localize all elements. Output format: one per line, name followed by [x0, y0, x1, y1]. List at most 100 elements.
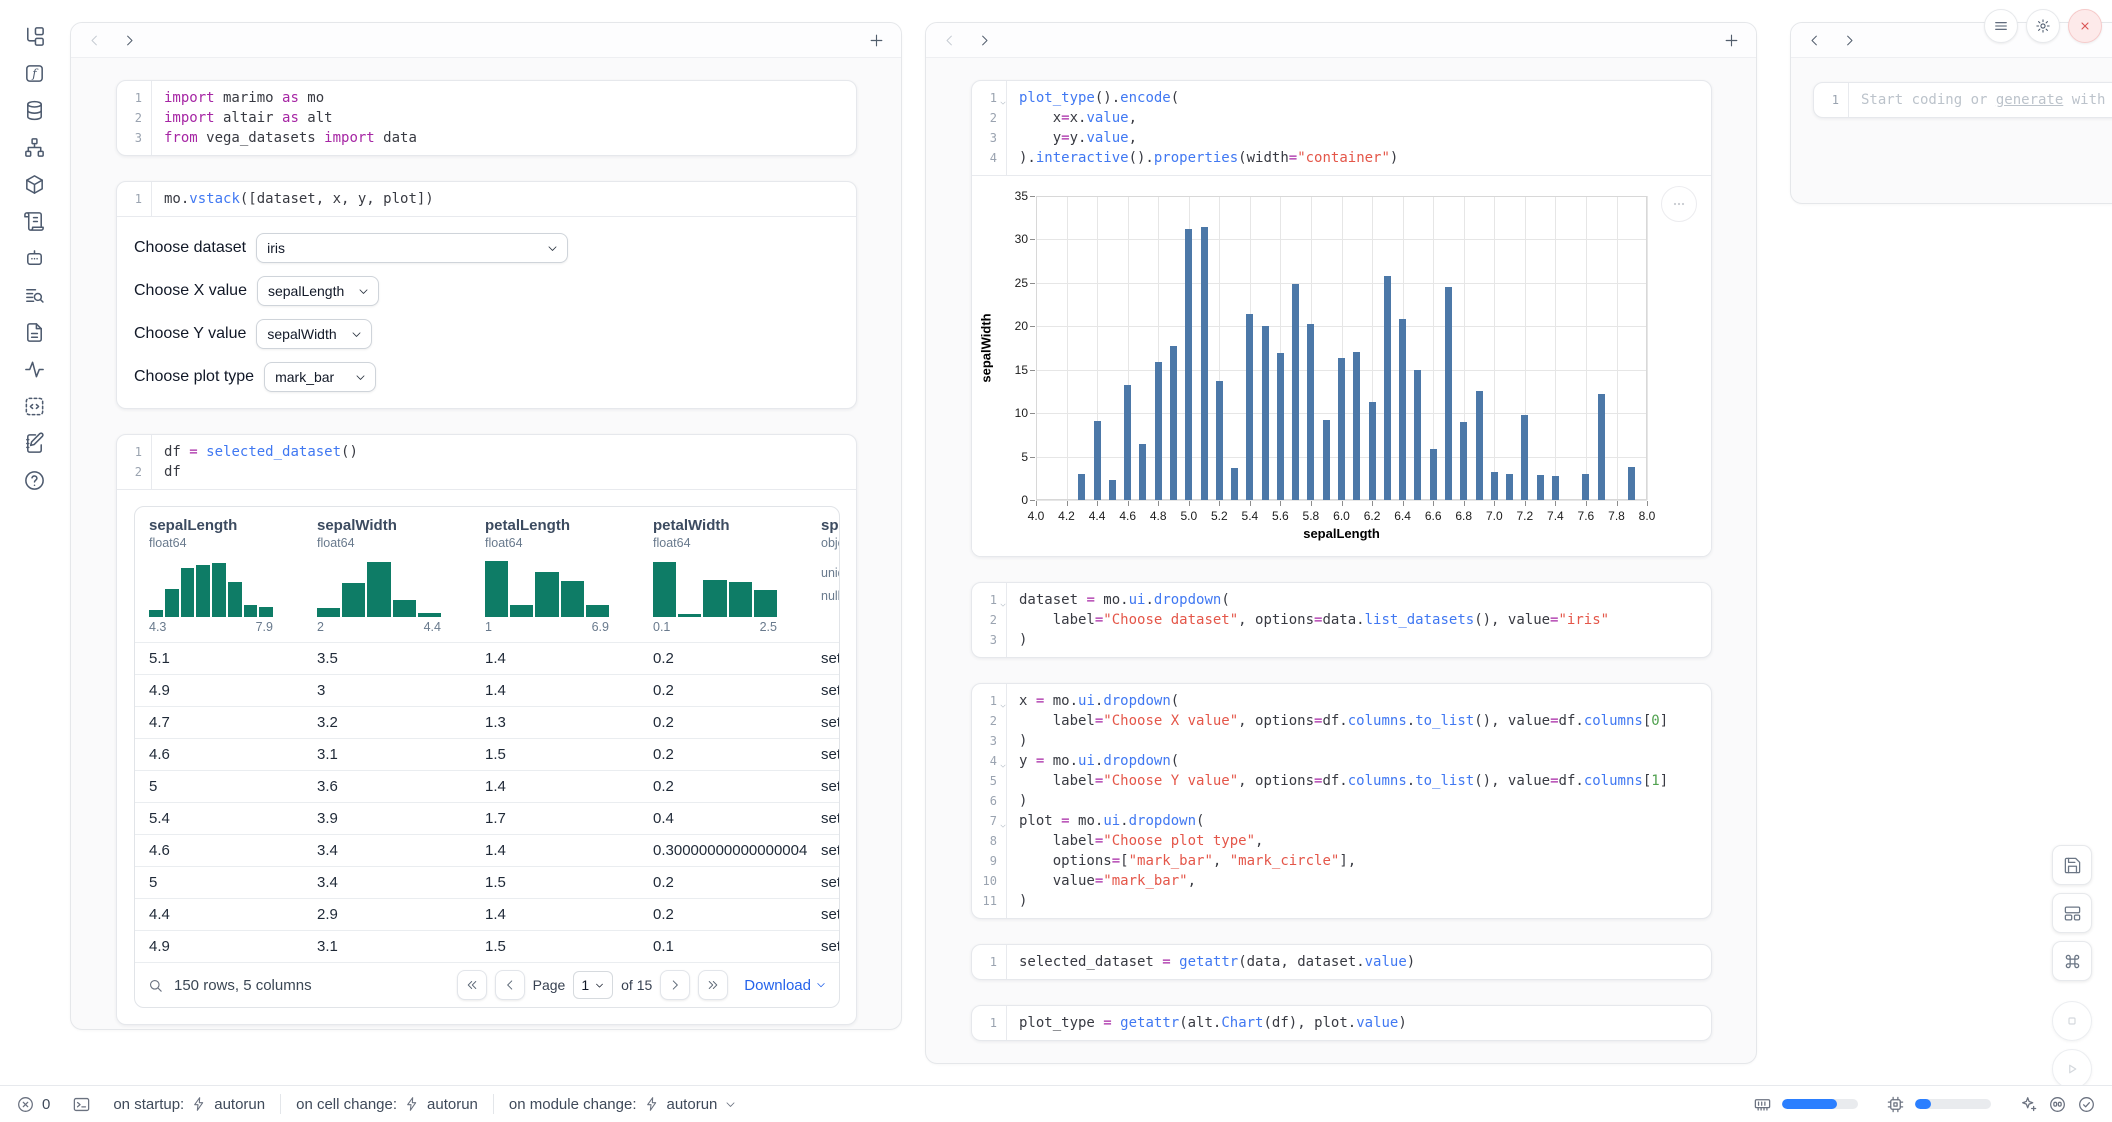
code-line: 1mo.vstack([dataset, x, y, plot])	[117, 189, 856, 209]
package-icon[interactable]	[22, 172, 46, 196]
table-cell: 0.2	[653, 874, 821, 891]
page-select[interactable]: 1	[573, 971, 613, 999]
table-cell: 3.1	[317, 938, 485, 955]
chevron-right-icon[interactable]	[977, 33, 992, 48]
stop-button[interactable]	[2052, 1001, 2092, 1041]
runtime-config-2[interactable]: on cell change:autorun	[296, 1096, 478, 1113]
chevron-right-icon[interactable]	[1842, 33, 1857, 48]
runtime-config-1[interactable]: on startup:autorun	[113, 1096, 265, 1113]
line-number: 2	[117, 462, 151, 482]
chart-actions-button[interactable]	[1661, 186, 1697, 222]
config-label: on startup:	[113, 1096, 184, 1113]
layout-button[interactable]	[2052, 893, 2092, 933]
code-editor[interactable]: 1selected_dataset = getattr(data, datase…	[972, 945, 1711, 979]
table-cell: 3.6	[317, 778, 485, 795]
runtime-config-3[interactable]: on module change:autorun	[509, 1096, 737, 1113]
scroll-text-icon[interactable]	[22, 209, 46, 233]
chart-bar	[1353, 352, 1360, 501]
xy-plot-dropdowns-cell[interactable]: 1x = mo.ui.dropdown(2 label="Choose X va…	[971, 683, 1712, 919]
vstack-cell[interactable]: 1mo.vstack([dataset, x, y, plot])Choose …	[116, 181, 857, 409]
gear-button[interactable]	[2026, 9, 2060, 43]
line-number: 8	[972, 831, 1006, 851]
fold-chevron-icon[interactable]	[999, 702, 1007, 710]
dropdown-select[interactable]: iris	[256, 233, 568, 263]
scratchpad-placeholder: Start coding or generate with	[1848, 90, 2105, 110]
terminal-button[interactable]	[72, 1095, 91, 1114]
add-column-icon[interactable]	[1723, 32, 1740, 49]
chevron-right-icon[interactable]	[122, 33, 137, 48]
memory-progress	[1782, 1099, 1858, 1109]
table-column-header[interactable]: petalLengthfloat6416.9	[485, 517, 653, 634]
download-button[interactable]: Download	[744, 977, 827, 994]
table-column-header[interactable]: petalWidthfloat640.12.5	[653, 517, 821, 634]
database-icon[interactable]	[22, 98, 46, 122]
table-column-header[interactable]: sepalLengthfloat644.37.9	[149, 517, 317, 634]
next-page-button[interactable]	[660, 970, 690, 1000]
activity-icon[interactable]	[22, 357, 46, 381]
command-button[interactable]	[2052, 941, 2092, 981]
log-search-icon[interactable]	[22, 283, 46, 307]
fold-chevron-icon[interactable]	[999, 822, 1007, 830]
close-button[interactable]	[2068, 9, 2102, 43]
save-button[interactable]	[2052, 845, 2092, 885]
prev-page-button[interactable]	[495, 970, 525, 1000]
table-cell: 3.2	[317, 714, 485, 731]
fold-chevron-icon[interactable]	[999, 601, 1007, 609]
play-button[interactable]	[2052, 1049, 2092, 1089]
fold-chevron-icon[interactable]	[999, 99, 1007, 107]
last-page-button[interactable]	[698, 970, 728, 1000]
plot-type-cell[interactable]: 1plot_type = getattr(alt.Chart(df), plot…	[971, 1005, 1712, 1041]
imports-cell[interactable]: 1import marimo as mo2import altair as al…	[116, 80, 857, 156]
code-editor[interactable]: 1dataset = mo.ui.dropdown(2 label="Choos…	[972, 583, 1711, 657]
help-circle-icon[interactable]	[22, 468, 46, 492]
copilot-icon[interactable]	[2048, 1095, 2067, 1114]
chart-bar	[1552, 476, 1559, 500]
table-cell: 1.5	[485, 874, 653, 891]
terminal-icon	[72, 1095, 91, 1114]
search-icon[interactable]	[147, 977, 164, 994]
dataset-dropdown-cell[interactable]: 1dataset = mo.ui.dropdown(2 label="Choos…	[971, 582, 1712, 658]
dropdown-select[interactable]: sepalWidth	[256, 319, 372, 349]
chevron-left-icon[interactable]	[942, 33, 957, 48]
table-cell: 0.2	[653, 714, 821, 731]
chart-bar	[1078, 474, 1085, 500]
chevron-left-icon[interactable]	[1807, 33, 1822, 48]
chart-bar	[1537, 475, 1544, 500]
histogram-max: 7.9	[256, 620, 273, 634]
document-icon[interactable]	[22, 320, 46, 344]
table-column-header[interactable]: speciesobjectunique:nulls:	[821, 517, 839, 634]
chart-bar	[1155, 362, 1162, 500]
fold-chevron-icon[interactable]	[999, 762, 1007, 770]
error-count-button[interactable]: 0	[16, 1095, 50, 1114]
chart-bar	[1170, 346, 1177, 500]
dataframe-cell[interactable]: 1df = selected_dataset()2df sepalLengthfl…	[116, 434, 857, 1025]
scratchpad-column: 1 Start coding or generate with	[1790, 22, 2112, 204]
code-editor[interactable]: 1df = selected_dataset()2df	[117, 435, 856, 489]
code-editor[interactable]: 1import marimo as mo2import altair as al…	[117, 81, 856, 155]
bot-message-icon[interactable]	[22, 246, 46, 270]
selected-dataset-cell[interactable]: 1selected_dataset = getattr(data, datase…	[971, 944, 1712, 980]
chart-bar	[1430, 449, 1437, 500]
code-snippet-icon[interactable]	[22, 394, 46, 418]
add-column-icon[interactable]	[868, 32, 885, 49]
dropdown-select[interactable]: mark_bar	[264, 362, 376, 392]
menu-button[interactable]	[1984, 9, 2018, 43]
chevron-left-icon[interactable]	[87, 33, 102, 48]
function-square-icon[interactable]: f	[22, 61, 46, 85]
file-tree-icon[interactable]	[22, 24, 46, 48]
ai-sparkles-icon[interactable]	[2019, 1095, 2038, 1114]
workflow-icon[interactable]	[22, 135, 46, 159]
connection-check-icon[interactable]	[2077, 1095, 2096, 1114]
code-editor[interactable]: 1mo.vstack([dataset, x, y, plot])	[117, 182, 856, 216]
scratchpad-cell[interactable]: 1 Start coding or generate with	[1813, 82, 2112, 118]
first-page-button[interactable]	[457, 970, 487, 1000]
table-column-header[interactable]: sepalWidthfloat6424.4	[317, 517, 485, 634]
code-editor[interactable]: 1plot_type().encode(2 x=x.value,3 y=y.va…	[972, 81, 1711, 175]
notebook-pen-icon[interactable]	[22, 431, 46, 455]
table-cell: 0.2	[653, 650, 821, 667]
x-tick-label: 7.6	[1578, 509, 1595, 523]
code-editor[interactable]: 1plot_type = getattr(alt.Chart(df), plot…	[972, 1006, 1711, 1040]
plot-cell[interactable]: 1plot_type().encode(2 x=x.value,3 y=y.va…	[971, 80, 1712, 557]
dropdown-select[interactable]: sepalLength	[257, 276, 379, 306]
code-editor[interactable]: 1x = mo.ui.dropdown(2 label="Choose X va…	[972, 684, 1711, 918]
